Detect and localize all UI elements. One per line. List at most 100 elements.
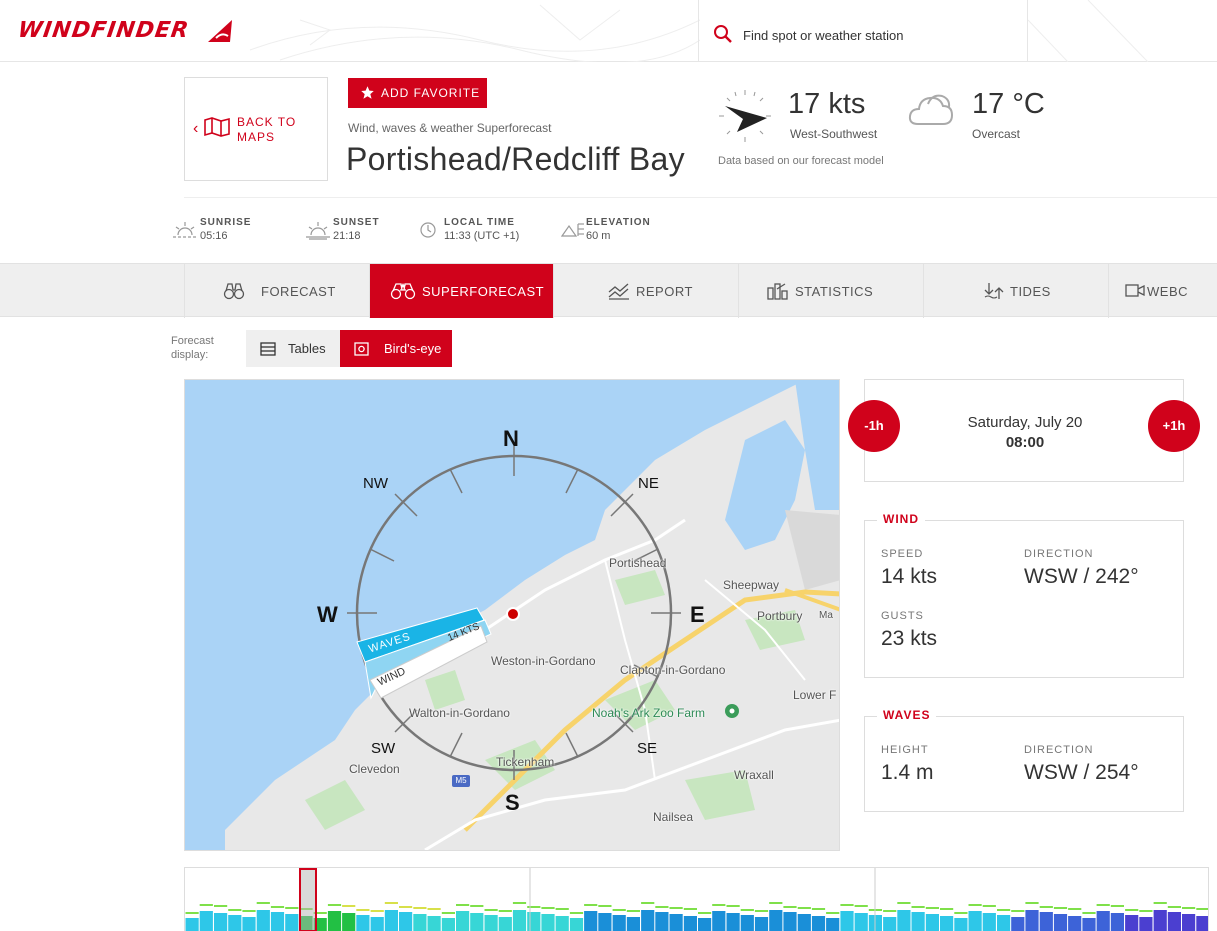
- timeline-gust-mark: [512, 902, 527, 904]
- timeline-selected-hour[interactable]: [299, 868, 317, 931]
- tab-statistics-label: STATISTICS: [795, 284, 874, 299]
- timeline-bar: [498, 917, 512, 931]
- timeline-gust-mark: [982, 905, 996, 907]
- timeline-gust-mark: [370, 910, 384, 912]
- timeline-bar: [270, 912, 285, 931]
- place-nailsea: Nailsea: [653, 810, 694, 824]
- tab-webcams[interactable]: WEBC: [1108, 264, 1217, 318]
- timeline-gust-mark: [228, 909, 242, 911]
- timeline-bar: [527, 912, 541, 931]
- previous-hour-button[interactable]: -1h: [848, 400, 900, 452]
- timeline-gust-mark: [456, 904, 470, 906]
- compass-e: E: [690, 602, 705, 627]
- place-walton-in-gordano: Walton-in-Gordano: [409, 706, 510, 720]
- back-label-line2: MAPS: [237, 130, 276, 144]
- timeline-bar: [584, 911, 598, 931]
- timeline-bar: [1196, 916, 1208, 931]
- timeline-bar: [413, 914, 427, 931]
- search-field[interactable]: Find spot or weather station: [698, 0, 1028, 62]
- timeline-bar: [683, 916, 697, 931]
- timeline-gust-mark: [1096, 904, 1110, 906]
- timeline-bar: [1110, 913, 1124, 931]
- timeline-gust-mark: [726, 905, 740, 907]
- tables-view-button[interactable]: Tables: [246, 330, 340, 367]
- binoculars-icon: [390, 283, 416, 300]
- place-noahs-ark-zoo-farm[interactable]: Noah's Ark Zoo Farm: [592, 706, 705, 720]
- timeline-bar: [968, 911, 982, 931]
- timeline-bar: [199, 911, 213, 931]
- timeline-gust-mark: [199, 904, 213, 906]
- timeline-gust-mark: [1139, 910, 1153, 912]
- timeline-bar: [655, 912, 669, 931]
- tab-statistics[interactable]: STATISTICS: [738, 264, 923, 318]
- timeline-bar: [427, 916, 441, 931]
- birdseye-view-label: Bird's-eye: [384, 341, 442, 356]
- timeline-gust-mark: [185, 912, 199, 914]
- next-hour-button[interactable]: +1h: [1148, 400, 1200, 452]
- timeline-bar: [484, 915, 498, 931]
- forecast-model-note: Data based on our forecast model: [718, 155, 884, 167]
- timeline-gust-mark: [1068, 908, 1082, 910]
- search-icon: [714, 25, 732, 43]
- timeline-gust-mark: [598, 905, 612, 907]
- timeline-bar: [356, 915, 370, 931]
- timeline-gust-mark: [356, 909, 370, 911]
- timeline-gust-mark: [384, 902, 398, 904]
- timeline-bar: [569, 918, 584, 931]
- forecast-display-label: Forecast display:: [171, 334, 241, 362]
- timeline-bar: [399, 912, 413, 931]
- timeline-bar: [470, 913, 484, 931]
- compass-sw: SW: [371, 740, 396, 757]
- place-clapton-in-gordano: Clapton-in-Gordano: [620, 663, 726, 677]
- birdseye-map[interactable]: WAVES 14 KTS WIND N S W E NW NE SW SE Po…: [184, 379, 840, 851]
- timeline-bar: [1011, 917, 1025, 931]
- timeline-gust-mark: [612, 909, 626, 911]
- tab-forecast[interactable]: FORECAST: [184, 264, 369, 318]
- timeline-bar: [512, 910, 527, 931]
- header-decoration: [249, 4, 700, 62]
- timeline-bar: [384, 910, 398, 931]
- timeline-gust-mark: [669, 907, 683, 909]
- timeline-gust-mark: [569, 912, 584, 914]
- timeline-bar: [598, 913, 612, 931]
- compass-s: S: [505, 790, 520, 815]
- add-favorite-button[interactable]: ADD FAVORITE: [348, 78, 487, 108]
- timeline-gust-mark: [413, 907, 427, 909]
- birdseye-view-button[interactable]: Bird's-eye: [340, 330, 452, 367]
- timeline-gust-mark: [285, 907, 299, 909]
- timeline-gust-mark: [427, 908, 441, 910]
- timeline-bar: [698, 918, 712, 931]
- timeline-gust-mark: [826, 912, 840, 914]
- tab-report[interactable]: REPORT: [553, 264, 738, 318]
- tab-tides[interactable]: TIDES: [923, 264, 1108, 318]
- timeline-bar: [769, 910, 783, 931]
- tab-superforecast[interactable]: SUPERFORECAST: [369, 264, 553, 318]
- timeline-gust-mark: [399, 906, 413, 908]
- spot-subtitle: Wind, waves & weather Superforecast: [348, 121, 552, 135]
- waves-panel: WAVES HEIGHT 1.4 m DIRECTION WSW / 254°: [864, 708, 1184, 812]
- compass-se: SE: [637, 740, 658, 757]
- timeline-gust-mark: [754, 910, 769, 912]
- timeline-gust-mark: [811, 908, 826, 910]
- timeline-gust-mark: [641, 902, 655, 904]
- sunrise-value: 05:16: [200, 230, 228, 242]
- timeline-bar: [1025, 910, 1039, 931]
- timeline-gust-mark: [327, 904, 342, 906]
- timeline-gust-mark: [1153, 902, 1167, 904]
- timeline-bar: [797, 914, 811, 931]
- forecast-timeline[interactable]: [184, 867, 1209, 931]
- back-to-maps-button[interactable]: ‹ BACK TO MAPS: [184, 77, 328, 181]
- tab-webcams-label: WEBC: [1147, 284, 1188, 299]
- timeline-bar: [1125, 915, 1139, 931]
- timeline-bar: [897, 910, 911, 931]
- divider: [184, 197, 1217, 198]
- timeline-gust-mark: [968, 904, 982, 906]
- m5-road-shield: M5: [452, 775, 470, 787]
- sunset-label: SUNSET: [333, 217, 380, 228]
- timeline-bar: [1182, 914, 1196, 931]
- windfinder-logo[interactable]: WINDFINDER: [16, 18, 190, 43]
- timeline-bar: [883, 917, 897, 931]
- spot-location-marker[interactable]: [505, 606, 521, 622]
- timeline-bar: [441, 918, 455, 931]
- timeline-bar: [726, 913, 740, 931]
